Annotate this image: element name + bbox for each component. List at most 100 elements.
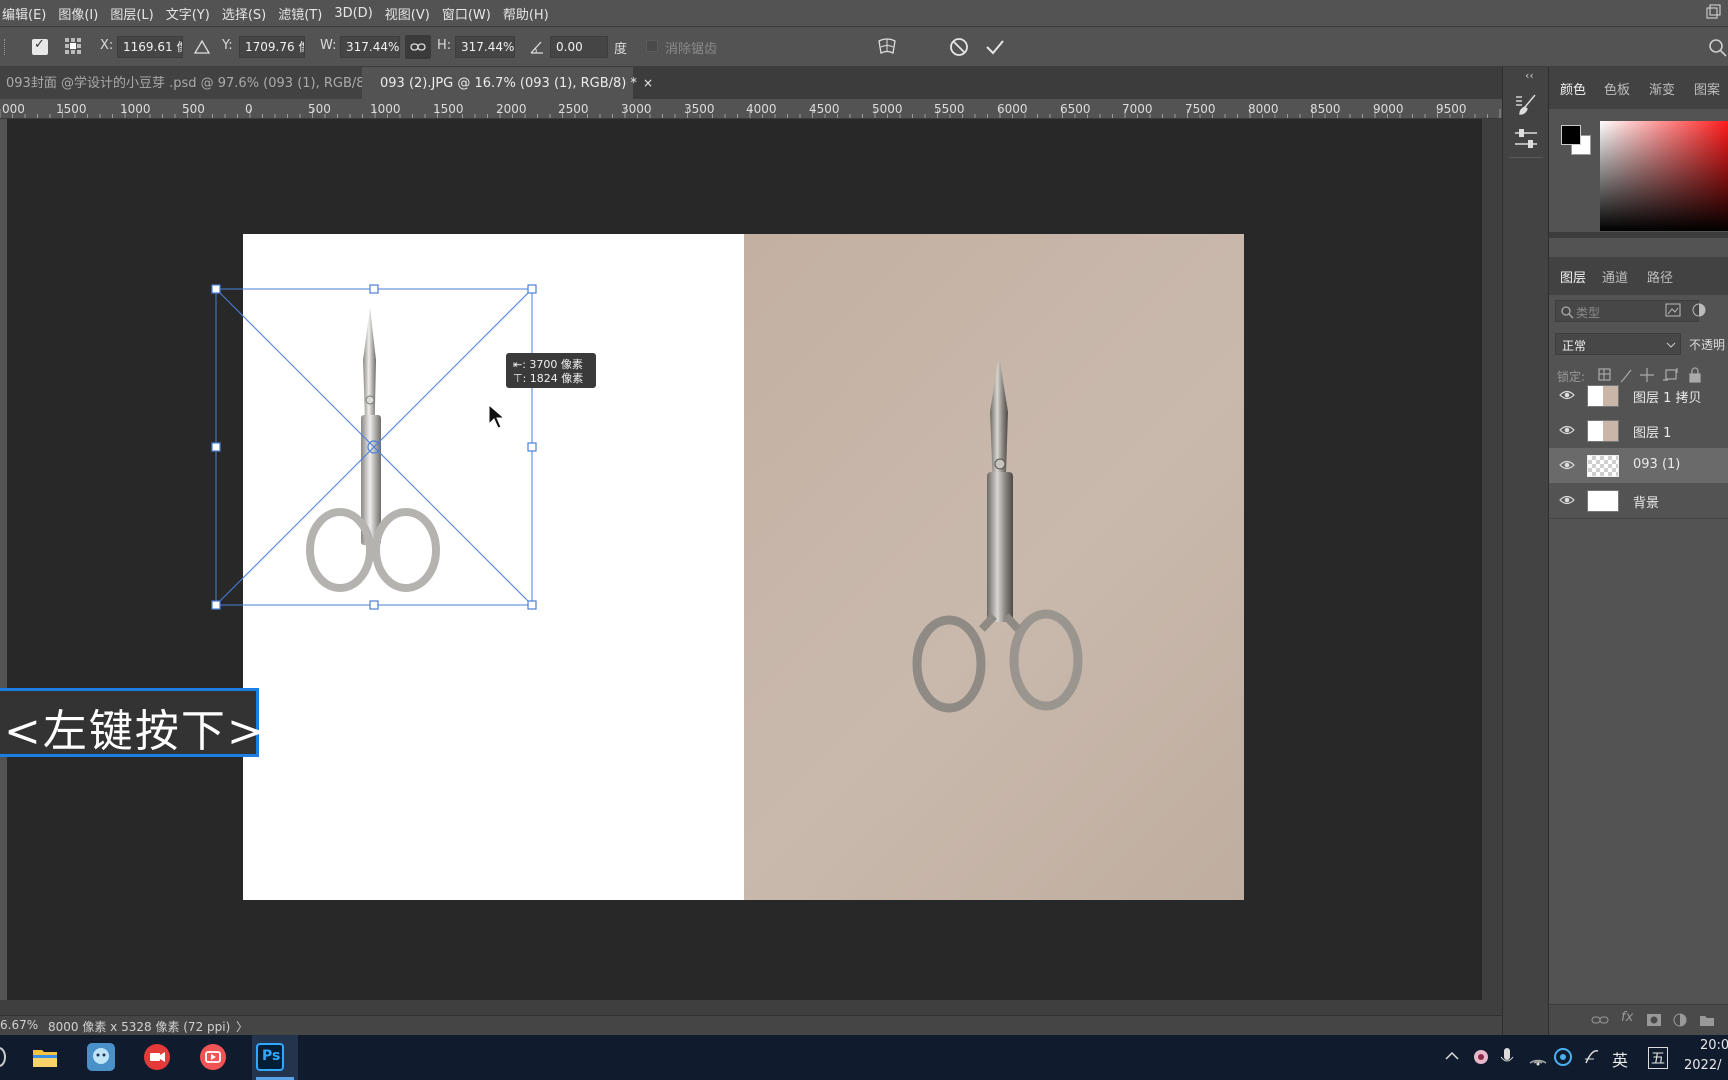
- divider: [1509, 157, 1543, 158]
- clock-date[interactable]: 2022/: [1684, 1058, 1721, 1073]
- tab-psd-document[interactable]: 093封面 @学设计的小豆芽 .psd @ 97.6% (093 (1), RG…: [0, 67, 386, 99]
- eye-icon[interactable]: [1559, 493, 1575, 507]
- layer-row[interactable]: 图层 1 拷贝: [1549, 378, 1728, 413]
- transform-handle[interactable]: [369, 600, 379, 610]
- transform-handle[interactable]: [527, 442, 537, 452]
- horizontal-ruler[interactable]: 000 1500 1000 500 0 500 1000 1500 2000 2…: [0, 99, 1505, 119]
- menu-image[interactable]: 图像(I): [52, 4, 104, 23]
- link-icon[interactable]: [405, 35, 431, 59]
- angle-field[interactable]: 0.00: [550, 36, 608, 58]
- tab-color[interactable]: 颜色: [1560, 79, 1586, 98]
- collapsed-panel-strip: ‹‹: [1502, 67, 1548, 1035]
- search-circle-icon[interactable]: [0, 1047, 6, 1067]
- tab-gradients[interactable]: 渐变: [1649, 79, 1675, 98]
- w-label: W:: [320, 38, 337, 53]
- file-explorer-icon[interactable]: [31, 1043, 59, 1071]
- transform-handle[interactable]: [369, 284, 379, 294]
- layer-name: 背景: [1633, 496, 1660, 511]
- scissors-photo-layer[interactable]: [744, 234, 1244, 900]
- transform-handle[interactable]: [211, 284, 221, 294]
- vertical-ruler[interactable]: [0, 119, 7, 1015]
- network-status-icon[interactable]: [1553, 1047, 1573, 1067]
- link-layers-icon[interactable]: [1591, 1014, 1609, 1026]
- menu-edit[interactable]: 编辑(E): [0, 4, 52, 23]
- menu-3d[interactable]: 3D(D): [328, 6, 378, 21]
- y-field[interactable]: 1709.76 像: [239, 36, 305, 58]
- measure-offset: ⊤: 1824 像素: [513, 372, 584, 385]
- layer-row[interactable]: 图层 1: [1549, 413, 1728, 448]
- blend-mode-select[interactable]: 正常: [1555, 333, 1681, 355]
- transform-handle[interactable]: [527, 600, 537, 610]
- options-bar: X: 1169.61 像 Y: 1709.76 像 W: 317.44% H: …: [0, 27, 1728, 67]
- add-mask-icon[interactable]: [1646, 1013, 1662, 1027]
- wifi-icon[interactable]: [1528, 1047, 1548, 1067]
- transform-handle[interactable]: [211, 600, 221, 610]
- menu-window[interactable]: 窗口(W): [436, 4, 497, 23]
- image-filter-icon[interactable]: [1665, 302, 1681, 318]
- eye-icon[interactable]: [1559, 423, 1575, 437]
- vertical-scrollbar[interactable]: [1482, 119, 1502, 1015]
- windows-taskbar: Ps 英 五 20:0 2022/: [0, 1035, 1728, 1080]
- search-icon[interactable]: [1706, 36, 1728, 58]
- tab-swatches[interactable]: 色板: [1604, 79, 1630, 98]
- layer-row[interactable]: 背景: [1549, 483, 1728, 518]
- commit-transform-icon[interactable]: [983, 35, 1007, 59]
- adjustments-sliders-icon[interactable]: [1511, 125, 1541, 153]
- cancel-transform-icon[interactable]: [947, 35, 971, 59]
- tab-layers[interactable]: 图层: [1560, 267, 1586, 286]
- window-restore-icon[interactable]: [1698, 0, 1728, 27]
- menu-help[interactable]: 帮助(H): [497, 4, 555, 23]
- tray-app-icon[interactable]: [1472, 1047, 1490, 1067]
- menu-select[interactable]: 选择(S): [216, 4, 272, 23]
- reference-point-grid-icon[interactable]: [64, 37, 82, 55]
- transform-handle[interactable]: [211, 442, 221, 452]
- menu-view[interactable]: 视图(V): [379, 4, 436, 23]
- tab-patterns[interactable]: 图案: [1694, 79, 1720, 98]
- horizontal-scrollbar[interactable]: [0, 1000, 1482, 1015]
- status-menu-arrow[interactable]: 〉: [236, 1018, 248, 1035]
- y-label: Y:: [222, 38, 233, 53]
- menu-layer[interactable]: 图层(L): [104, 4, 159, 23]
- eye-icon[interactable]: [1559, 388, 1575, 402]
- menu-type[interactable]: 文字(Y): [160, 4, 216, 23]
- photoshop-icon[interactable]: Ps: [256, 1043, 284, 1071]
- ruler-label: 4000: [746, 102, 777, 116]
- w-field[interactable]: 317.44%: [340, 36, 400, 58]
- fx-icon[interactable]: fx: [1621, 1010, 1633, 1025]
- transform-bounding-box[interactable]: [210, 283, 540, 613]
- adjustment-layer-icon[interactable]: [1673, 1013, 1687, 1027]
- reference-point-checkbox[interactable]: [32, 37, 48, 55]
- foreground-color-swatch[interactable]: [1561, 125, 1581, 145]
- antialias-checkbox[interactable]: [646, 40, 658, 52]
- layer-thumbnail: [1587, 490, 1619, 512]
- screen-recorder-icon[interactable]: [143, 1043, 171, 1071]
- zoom-level[interactable]: 6.67%: [0, 1018, 38, 1032]
- tab-jpg-document[interactable]: 093 (2).JPG @ 16.7% (093 (1), RGB/8) * ×: [362, 67, 653, 99]
- layer-row-selected[interactable]: 093 (1): [1549, 448, 1728, 483]
- anime-app-icon[interactable]: [87, 1043, 115, 1071]
- color-picker-field[interactable]: [1600, 121, 1728, 231]
- h-field[interactable]: 317.44%: [455, 36, 515, 58]
- delta-icon[interactable]: [193, 39, 211, 55]
- clock-time[interactable]: 20:0: [1700, 1038, 1728, 1053]
- brush-settings-icon[interactable]: [1511, 91, 1541, 119]
- transform-handle[interactable]: [527, 284, 537, 294]
- tab-channels[interactable]: 通道: [1602, 267, 1628, 286]
- ruler-label: 8500: [1310, 102, 1341, 116]
- chevron-up-icon[interactable]: [1444, 1050, 1460, 1062]
- tab-paths[interactable]: 路径: [1647, 267, 1673, 286]
- tab-close-icon[interactable]: ×: [643, 76, 653, 90]
- pen-input-icon[interactable]: [1582, 1047, 1602, 1067]
- eye-icon[interactable]: [1559, 458, 1575, 472]
- video-editor-icon[interactable]: [199, 1043, 227, 1071]
- ruler-label: 3000: [621, 102, 652, 116]
- ime-language[interactable]: 英: [1612, 1047, 1628, 1071]
- group-folder-icon[interactable]: [1699, 1013, 1715, 1027]
- x-field[interactable]: 1169.61 像: [117, 36, 183, 58]
- ime-mode[interactable]: 五: [1648, 1047, 1668, 1069]
- warp-icon[interactable]: [876, 36, 898, 58]
- menu-filter[interactable]: 滤镜(T): [272, 4, 328, 23]
- adjustment-filter-icon[interactable]: [1691, 302, 1707, 318]
- collapse-icon[interactable]: ‹‹: [1525, 69, 1534, 82]
- microphone-icon[interactable]: [1500, 1047, 1514, 1067]
